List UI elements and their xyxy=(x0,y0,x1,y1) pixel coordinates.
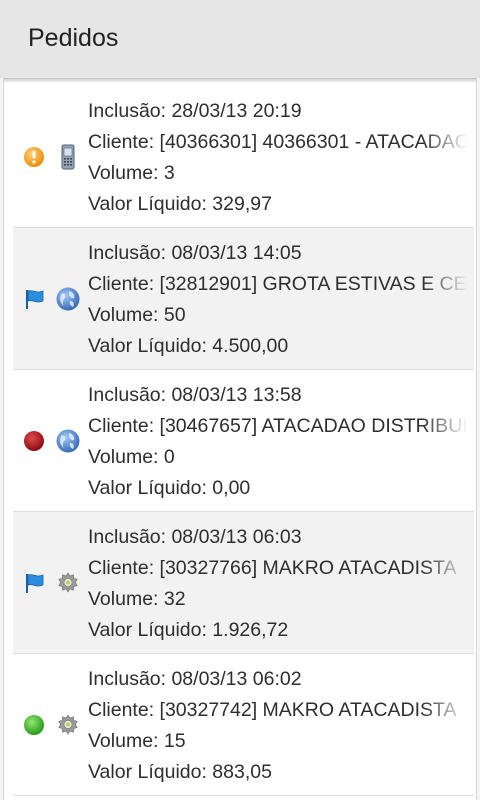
blue-flag-icon xyxy=(26,290,44,309)
order-inclusao: Inclusão: 28/03/13 20:19 xyxy=(88,100,302,122)
order-volume: Volume: 3 xyxy=(88,162,175,184)
order-volume: Volume: 50 xyxy=(88,304,186,326)
order-inclusao: Inclusão: 08/03/13 06:03 xyxy=(88,526,302,548)
order-inclusao: Inclusão: 08/03/13 13:58 xyxy=(88,384,302,406)
order-row[interactable]: Inclusão: 08/03/13 14:05 Cliente: [32812… xyxy=(13,228,474,370)
globe-icon xyxy=(56,429,80,453)
order-volume: Volume: 15 xyxy=(88,730,186,752)
blue-flag-icon xyxy=(26,574,44,593)
order-valor: Valor Líquido: 1.926,72 xyxy=(88,619,289,641)
order-inclusao: Inclusão: 08/03/13 14:05 xyxy=(88,242,302,264)
order-row[interactable]: Inclusão: 28/03/13 20:19 Cliente: [40366… xyxy=(13,86,474,228)
green-dot-icon xyxy=(24,715,44,735)
order-valor: Valor Líquido: 0,00 xyxy=(88,477,251,499)
order-cliente: Cliente: [30467657] ATACADAO DISTRIBUICA… xyxy=(88,415,468,437)
order-cliente: Cliente: [30327742] MAKRO ATACADISTA xyxy=(88,699,457,721)
order-row[interactable]: Inclusão: 08/03/13 06:03 Cliente: [30327… xyxy=(13,512,474,654)
order-volume: Volume: 32 xyxy=(88,588,186,610)
red-dot-icon xyxy=(24,431,44,451)
order-row[interactable]: Inclusão: 08/03/13 06:02 Cliente: [30327… xyxy=(13,654,474,796)
order-row[interactable]: Inclusão: 08/03/13 13:58 Cliente: [30467… xyxy=(13,370,474,512)
gear-icon xyxy=(58,714,78,735)
order-inclusao: Inclusão: 08/03/13 06:02 xyxy=(88,668,302,690)
order-cliente: Cliente: [32812901] GROTA ESTIVAS E CERE… xyxy=(88,273,468,295)
mobile-phone-icon xyxy=(61,144,75,170)
orders-list: Inclusão: 28/03/13 20:19 Cliente: [40366… xyxy=(13,86,474,796)
list-frame-left xyxy=(0,78,4,800)
list-frame-right xyxy=(476,78,480,800)
warning-icon xyxy=(24,147,44,167)
page-title: Pedidos xyxy=(28,24,119,52)
globe-icon xyxy=(56,287,80,311)
order-valor: Valor Líquido: 4.500,00 xyxy=(88,335,289,357)
order-valor: Valor Líquido: 883,05 xyxy=(88,761,272,783)
order-volume: Volume: 0 xyxy=(88,446,175,468)
app-header: Pedidos xyxy=(0,0,480,79)
order-cliente: Cliente: [40366301] 40366301 - ATACADAO xyxy=(88,131,468,153)
gear-icon xyxy=(58,572,78,593)
order-cliente: Cliente: [30327766] MAKRO ATACADISTA xyxy=(88,557,457,579)
order-valor: Valor Líquido: 329,97 xyxy=(88,193,272,215)
